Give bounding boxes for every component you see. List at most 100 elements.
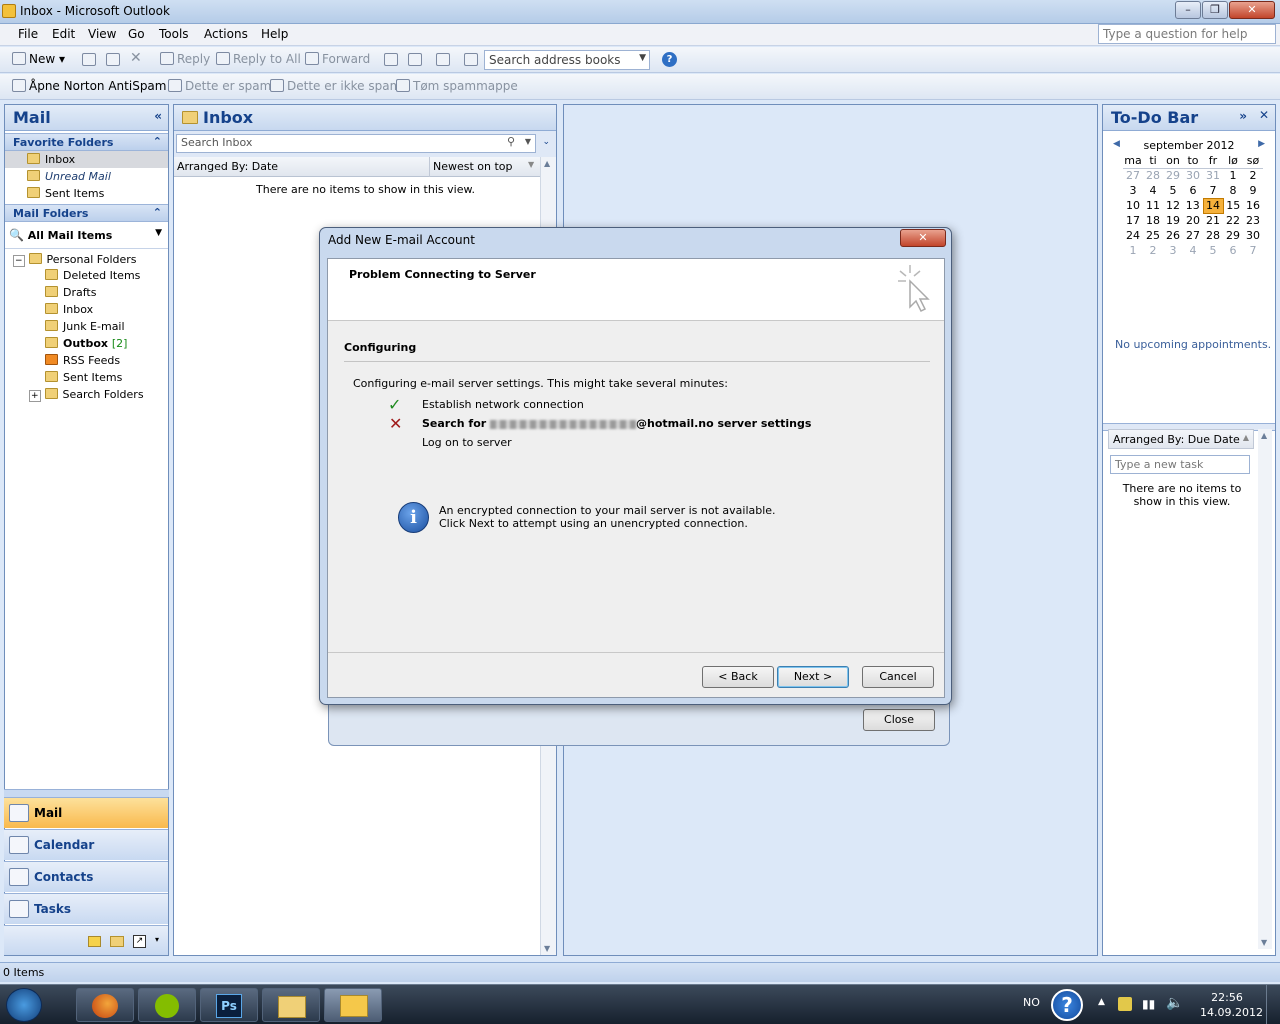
close-icon[interactable]: ✕	[1259, 108, 1269, 122]
chevron-down-icon[interactable]: ▼	[155, 228, 162, 238]
calendar-day[interactable]: 24	[1123, 228, 1143, 243]
calendar-day[interactable]: 20	[1183, 213, 1203, 228]
folder-inbox[interactable]: Inbox	[5, 301, 168, 318]
follow-up-icon[interactable]	[408, 53, 425, 67]
calendar-day[interactable]: 16	[1243, 198, 1263, 213]
folder-rss-feeds[interactable]: RSS Feeds	[5, 352, 168, 369]
calendar-day[interactable]: 17	[1123, 213, 1143, 228]
address-book-icon[interactable]	[464, 53, 481, 67]
next-month-icon[interactable]: ▶	[1258, 139, 1265, 149]
folder-deleted-items[interactable]: Deleted Items	[5, 267, 168, 284]
calendar-day[interactable]: 9	[1243, 183, 1263, 198]
calendar-day[interactable]: 7	[1243, 243, 1263, 258]
norton-tray-icon[interactable]	[1118, 997, 1132, 1011]
close-button[interactable]: Close	[863, 709, 935, 731]
firefox-taskbar-icon[interactable]	[76, 988, 134, 1022]
task-scrollbar[interactable]: ▲ ▼	[1258, 429, 1272, 949]
nav-contacts-button[interactable]: Contacts	[4, 861, 168, 892]
favorite-sent-items[interactable]: Sent Items	[5, 185, 168, 204]
forward-button[interactable]: Forward	[305, 52, 370, 66]
calendar-day[interactable]: 2	[1143, 243, 1163, 258]
scroll-down-icon[interactable]: ▼	[544, 944, 550, 953]
calendar-day[interactable]: 1	[1123, 243, 1143, 258]
folder-junk-email[interactable]: Junk E-mail	[5, 318, 168, 335]
calendar-day[interactable]: 10	[1123, 198, 1143, 213]
volume-icon[interactable]: 🔈	[1166, 995, 1183, 1011]
calendar-day[interactable]: 4	[1143, 183, 1163, 198]
print-icon[interactable]	[82, 53, 99, 67]
reply-all-button[interactable]: Reply to All	[216, 52, 301, 66]
mark-spam-button[interactable]: Dette er spam	[168, 79, 271, 93]
help-question-input[interactable]: Type a question for help	[1098, 24, 1276, 44]
personal-folders[interactable]: − Personal Folders	[5, 249, 168, 267]
chevron-up-icon[interactable]: ⌃	[153, 135, 162, 148]
expand-query-icon[interactable]: ⌄	[542, 137, 550, 147]
folder-drafts[interactable]: Drafts	[5, 284, 168, 301]
favorite-inbox[interactable]: Inbox	[5, 151, 168, 168]
calendar-day[interactable]: 29	[1163, 168, 1183, 183]
menu-help[interactable]: Help	[261, 27, 288, 41]
search-icon[interactable]: ⚲	[507, 135, 515, 148]
delete-icon[interactable]: ✕	[130, 50, 142, 66]
notes-icon[interactable]	[88, 936, 101, 947]
menu-tools[interactable]: Tools	[159, 27, 189, 41]
configure-buttons-icon[interactable]: ▾	[155, 935, 159, 944]
calendar-day[interactable]: 29	[1223, 228, 1243, 243]
network-icon[interactable]: ▮▮	[1142, 997, 1155, 1011]
calendar-day[interactable]: 26	[1163, 228, 1183, 243]
new-button[interactable]: New ▾	[12, 52, 65, 66]
menu-edit[interactable]: Edit	[52, 27, 75, 41]
help-support-icon[interactable]: ?	[1051, 989, 1083, 1021]
send-receive-icon[interactable]	[436, 53, 453, 67]
cancel-button[interactable]: Cancel	[862, 666, 934, 688]
calendar-day[interactable]: 3	[1123, 183, 1143, 198]
back-button[interactable]: < Back	[702, 666, 774, 688]
calendar-day[interactable]: 15	[1223, 198, 1243, 213]
show-desktop-button[interactable]	[1266, 985, 1280, 1024]
favorite-unread-mail[interactable]: Unread Mail	[5, 168, 168, 185]
photoshop-taskbar-icon[interactable]: Ps	[200, 988, 258, 1022]
calendar-day[interactable]: 31	[1203, 168, 1223, 183]
calendar-day[interactable]: 12	[1163, 198, 1183, 213]
expand-tree-icon[interactable]: +	[29, 390, 41, 402]
all-mail-items-selector[interactable]: 🔍 All Mail Items ▼	[5, 222, 168, 249]
shortcuts-icon[interactable]: ↗	[133, 935, 146, 948]
chevron-down-icon[interactable]: ▼	[639, 53, 646, 63]
nav-tasks-button[interactable]: Tasks	[4, 893, 168, 924]
mail-folders-header[interactable]: Mail Folders ⌃	[5, 204, 168, 222]
spotify-taskbar-icon[interactable]	[138, 988, 196, 1022]
menu-view[interactable]: View	[88, 27, 116, 41]
calendar-day[interactable]: 25	[1143, 228, 1163, 243]
calendar-day[interactable]: 11	[1143, 198, 1163, 213]
calendar-day[interactable]: 4	[1183, 243, 1203, 258]
scroll-up-icon[interactable]: ▲	[544, 159, 550, 168]
arranged-by-date-header[interactable]: Arranged By: Date	[177, 160, 278, 173]
next-button[interactable]: Next >	[777, 666, 849, 688]
calendar-day[interactable]: 1	[1223, 168, 1243, 183]
calendar-day[interactable]: 8	[1223, 183, 1243, 198]
open-norton-antispam-button[interactable]: Åpne Norton AntiSpam	[12, 79, 166, 93]
menu-file[interactable]: File	[18, 27, 38, 41]
help-icon[interactable]: ?	[662, 52, 677, 67]
mark-not-spam-button[interactable]: Dette er ikke spam	[270, 79, 401, 93]
calendar-day[interactable]: 28	[1203, 228, 1223, 243]
maximize-button[interactable]: ❐	[1202, 1, 1228, 19]
scroll-up-icon[interactable]: ▲	[1261, 431, 1267, 440]
folder-outbox[interactable]: Outbox [2]	[5, 335, 168, 352]
calendar-day[interactable]: 27	[1183, 228, 1203, 243]
expand-icon[interactable]: »	[1239, 109, 1247, 123]
arranged-by-due-date-header[interactable]: Arranged By: Due Date ▲	[1108, 429, 1254, 449]
calendar-day[interactable]: 2	[1243, 168, 1263, 183]
sort-order-header[interactable]: Newest on top	[433, 160, 513, 173]
folder-search-folders[interactable]: + Search Folders	[5, 386, 168, 403]
nav-calendar-button[interactable]: Calendar	[4, 829, 168, 860]
calendar-day[interactable]: 5	[1203, 243, 1223, 258]
outlook-taskbar-icon[interactable]	[324, 988, 382, 1022]
start-button-icon[interactable]	[6, 988, 42, 1022]
nav-splitter[interactable]	[4, 789, 169, 797]
calendar-day[interactable]: 6	[1183, 183, 1203, 198]
folder-list-icon[interactable]	[110, 936, 124, 947]
show-hidden-icons-icon[interactable]: ▲	[1098, 997, 1105, 1007]
calendar-day-today[interactable]: 14	[1202, 197, 1224, 214]
reply-button[interactable]: Reply	[160, 52, 210, 66]
